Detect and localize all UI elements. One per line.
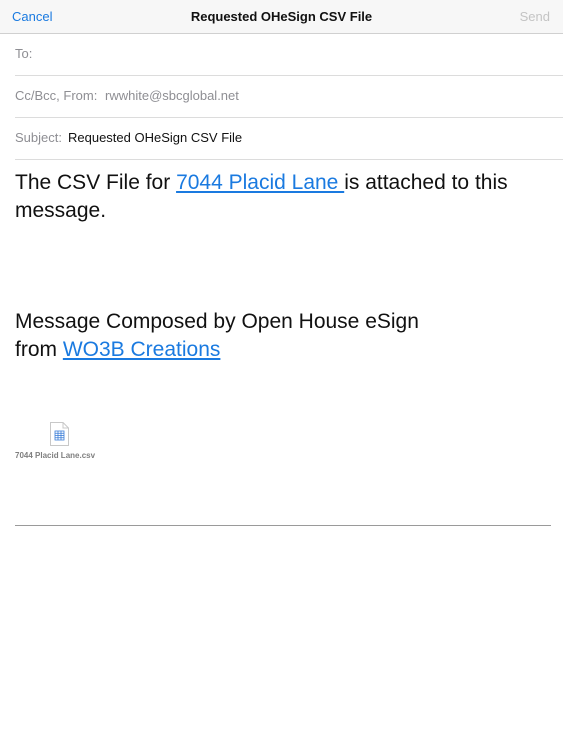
signature-paragraph[interactable]: Message Composed by Open House eSign from… [15,308,551,364]
address-link[interactable]: 7044 Placid Lane [176,171,344,194]
to-field[interactable]: To: [15,33,563,76]
composed-by-text: Message Composed by Open House eSign [15,310,419,333]
attachment-filename: 7044 Placid Lane.csv [15,451,96,460]
from-value[interactable]: rwwhite@sbcglobal.net [105,88,239,103]
send-button[interactable]: Send [520,9,550,24]
subject-field[interactable]: Subject: Requested OHeSign CSV File [15,117,563,160]
subject-label: Subject: [15,130,62,145]
body-divider [15,525,551,526]
message-text-prefix: The CSV File for [15,171,177,194]
navigation-bar: Cancel Requested OHeSign CSV File Send [0,0,563,34]
creator-link[interactable]: WO3B Creations [63,338,221,361]
to-label: To: [15,46,33,61]
message-body-paragraph[interactable]: The CSV File for 7044 Placid Lane is att… [15,169,551,225]
from-word: from [15,338,63,361]
csv-file-icon [50,422,69,446]
csv-attachment[interactable]: 7044 Placid Lane.csv [15,422,115,467]
subject-value[interactable]: Requested OHeSign CSV File [68,130,242,145]
compose-title: Requested OHeSign CSV File [190,9,373,24]
ccbcc-from-field[interactable]: Cc/Bcc, From: rwwhite@sbcglobal.net [15,75,563,118]
ccbcc-from-label: Cc/Bcc, From: [15,88,98,103]
